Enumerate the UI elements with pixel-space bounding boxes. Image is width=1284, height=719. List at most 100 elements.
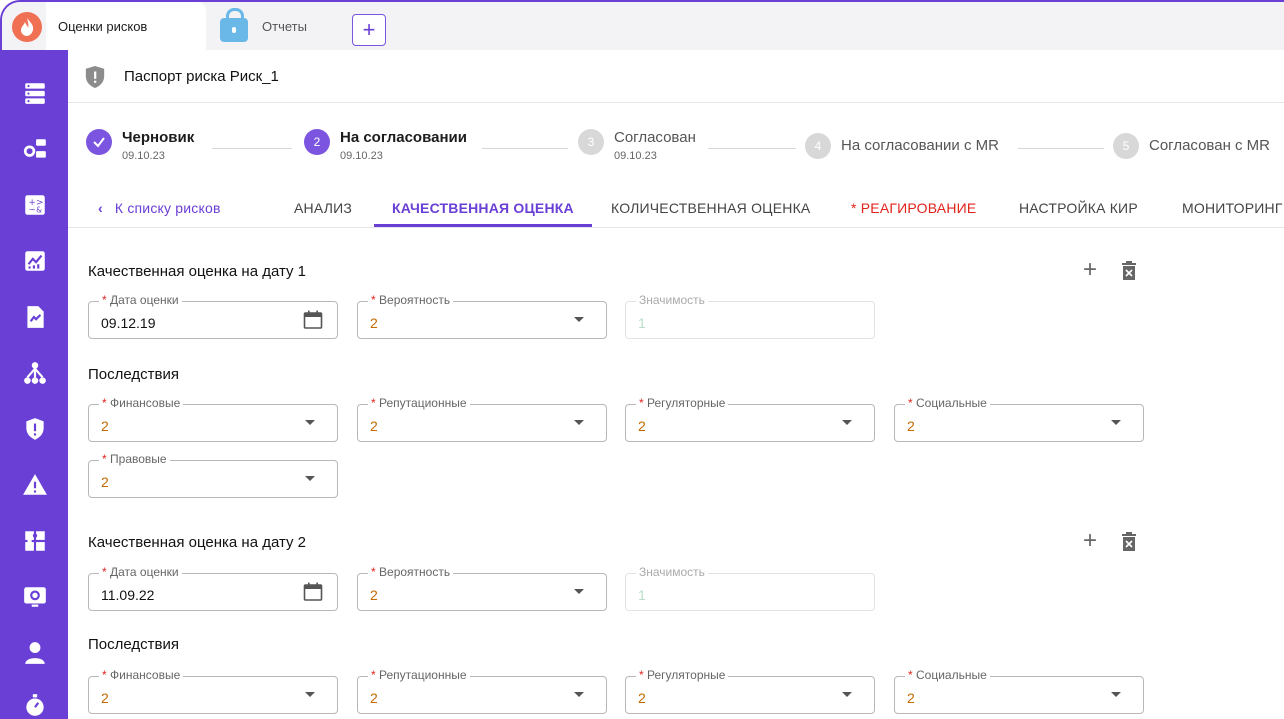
step-number: 3 — [578, 129, 604, 155]
field-label: * Финансовые — [99, 396, 184, 410]
section-title: Качественная оценка на дату 1 — [88, 263, 307, 280]
field-value: 2 — [370, 587, 378, 603]
back-to-list-link[interactable]: ‹ К списку рисков — [98, 190, 221, 227]
chevron-down-icon — [574, 317, 584, 322]
chevron-down-icon — [1111, 692, 1121, 697]
chevron-down-icon — [574, 692, 584, 697]
field-value: 11.09.22 — [101, 587, 155, 603]
warning-icon[interactable] — [20, 470, 50, 500]
step-label: На согласовании — [340, 129, 467, 146]
field-label: * Вероятность — [368, 293, 454, 307]
field-label: Значимость — [636, 293, 708, 307]
svg-text:&: & — [36, 206, 42, 215]
hierarchy-icon[interactable] — [20, 358, 50, 388]
tab-qualitative[interactable]: КАЧЕСТВЕННАЯ ОЦЕНКА — [374, 190, 592, 227]
delete-icon[interactable] — [1120, 260, 1138, 288]
step-on-approval-mr: 4 На согласовании с MR — [805, 133, 999, 159]
add-icon[interactable]: + — [1083, 527, 1097, 555]
consequences-title: Последствия — [88, 366, 179, 383]
step-label: Согласован — [614, 129, 696, 146]
assessment-date-field[interactable]: * Дата оценки 11.09.22 — [88, 565, 338, 611]
field-label: * Социальные — [905, 668, 990, 682]
step-draft: Черновик 09.10.23 — [86, 129, 194, 165]
tab-label: Оценки рисков — [58, 18, 148, 34]
legal-select[interactable]: * Правовые 2 — [88, 452, 338, 498]
page-title: Паспорт риска Риск_1 — [124, 68, 279, 85]
stepper-connector — [1018, 148, 1104, 149]
delete-icon[interactable] — [1120, 531, 1138, 559]
field-value: 2 — [638, 418, 646, 434]
field-label: Значимость — [636, 565, 708, 579]
field-value: 2 — [638, 690, 646, 706]
tab-monitoring[interactable]: МОНИТОРИНГ — [1182, 190, 1283, 227]
field-label: * Дата оценки — [99, 293, 182, 307]
social-select[interactable]: * Социальные 2 — [894, 396, 1144, 442]
field-label: * Правовые — [99, 452, 170, 466]
assessment-date-field[interactable]: * Дата оценки 09.12.19 — [88, 293, 338, 339]
add-icon[interactable]: + — [1083, 256, 1097, 284]
settings-flow-icon[interactable] — [20, 134, 50, 164]
tab-quantitative[interactable]: КОЛИЧЕСТВЕННАЯ ОЦЕНКА — [611, 190, 810, 227]
field-label: * Социальные — [905, 396, 990, 410]
stepper-connector — [482, 148, 568, 149]
field-value: 1 — [638, 315, 646, 331]
regulatory-select[interactable]: * Регуляторные 2 — [625, 396, 875, 442]
tab-kri-settings[interactable]: НАСТРОЙКА КИР — [1019, 190, 1138, 227]
top-tab-bar: Оценки рисков Отчеты + — [2, 2, 1284, 50]
step-number: 2 — [304, 129, 330, 155]
puzzle-icon[interactable] — [20, 526, 50, 556]
field-value: 2 — [370, 418, 378, 434]
field-value: 09.12.19 — [101, 315, 156, 331]
lock-icon — [220, 8, 248, 42]
financial-select[interactable]: * Финансовые 2 — [88, 668, 338, 714]
app-logo-icon — [12, 12, 42, 42]
timer-icon[interactable] — [20, 690, 50, 719]
shield-alert-icon[interactable] — [20, 414, 50, 444]
reputational-select[interactable]: * Репутационные 2 — [357, 668, 607, 714]
field-value: 2 — [370, 690, 378, 706]
regulatory-select[interactable]: * Регуляторные 2 — [625, 668, 875, 714]
calculator-icon[interactable]: + > ~ & — [20, 190, 50, 220]
shield-icon — [85, 66, 105, 88]
financial-select[interactable]: * Финансовые 2 — [88, 396, 338, 442]
svg-text:~: ~ — [29, 206, 36, 216]
field-label: * Регуляторные — [636, 396, 729, 410]
field-value: 2 — [907, 690, 915, 706]
field-value: 2 — [101, 474, 109, 490]
app-frame: Оценки рисков Отчеты + + > ~ & Паспорт р… — [0, 0, 1284, 719]
chevron-down-icon — [842, 692, 852, 697]
database-icon[interactable] — [20, 78, 50, 108]
document-chart-icon[interactable] — [20, 302, 50, 332]
probability-select[interactable]: * Вероятность 2 — [357, 565, 607, 611]
step-date: 09.10.23 — [614, 150, 657, 162]
chevron-down-icon — [305, 692, 315, 697]
reputational-select[interactable]: * Репутационные 2 — [357, 396, 607, 442]
step-date: 09.10.23 — [340, 150, 383, 162]
tab-analysis[interactable]: АНАЛИЗ — [294, 190, 352, 227]
tab-label: Отчеты — [262, 18, 307, 34]
tab-risk-assessments[interactable]: Оценки рисков — [46, 2, 206, 50]
step-label: На согласовании с MR — [841, 137, 999, 154]
chart-icon[interactable] — [20, 246, 50, 276]
chevron-down-icon — [1111, 420, 1121, 425]
probability-select[interactable]: * Вероятность 2 — [357, 293, 607, 339]
monitor-settings-icon[interactable] — [20, 582, 50, 612]
step-date: 09.10.23 — [122, 150, 165, 162]
tab-response[interactable]: * РЕАГИРОВАНИЕ — [851, 190, 976, 227]
step-number: 5 — [1113, 133, 1139, 159]
field-label: * Репутационные — [368, 668, 470, 682]
add-tab-button[interactable]: + — [352, 14, 386, 46]
field-value: 1 — [638, 587, 646, 603]
step-label: Согласован с MR — [1149, 137, 1271, 154]
social-select[interactable]: * Социальные 2 — [894, 668, 1144, 714]
step-approved: 3 Согласован 09.10.23 — [578, 129, 696, 165]
stepper-connector — [708, 148, 796, 149]
field-label: * Финансовые — [99, 668, 184, 682]
back-label: К списку рисков — [114, 200, 221, 216]
tab-reports[interactable]: Отчеты — [220, 2, 307, 50]
user-icon[interactable] — [20, 638, 50, 668]
field-label: * Дата оценки — [99, 565, 182, 579]
section-title: Качественная оценка на дату 2 — [88, 534, 307, 551]
calendar-icon[interactable] — [303, 310, 323, 330]
calendar-icon[interactable] — [303, 582, 323, 602]
